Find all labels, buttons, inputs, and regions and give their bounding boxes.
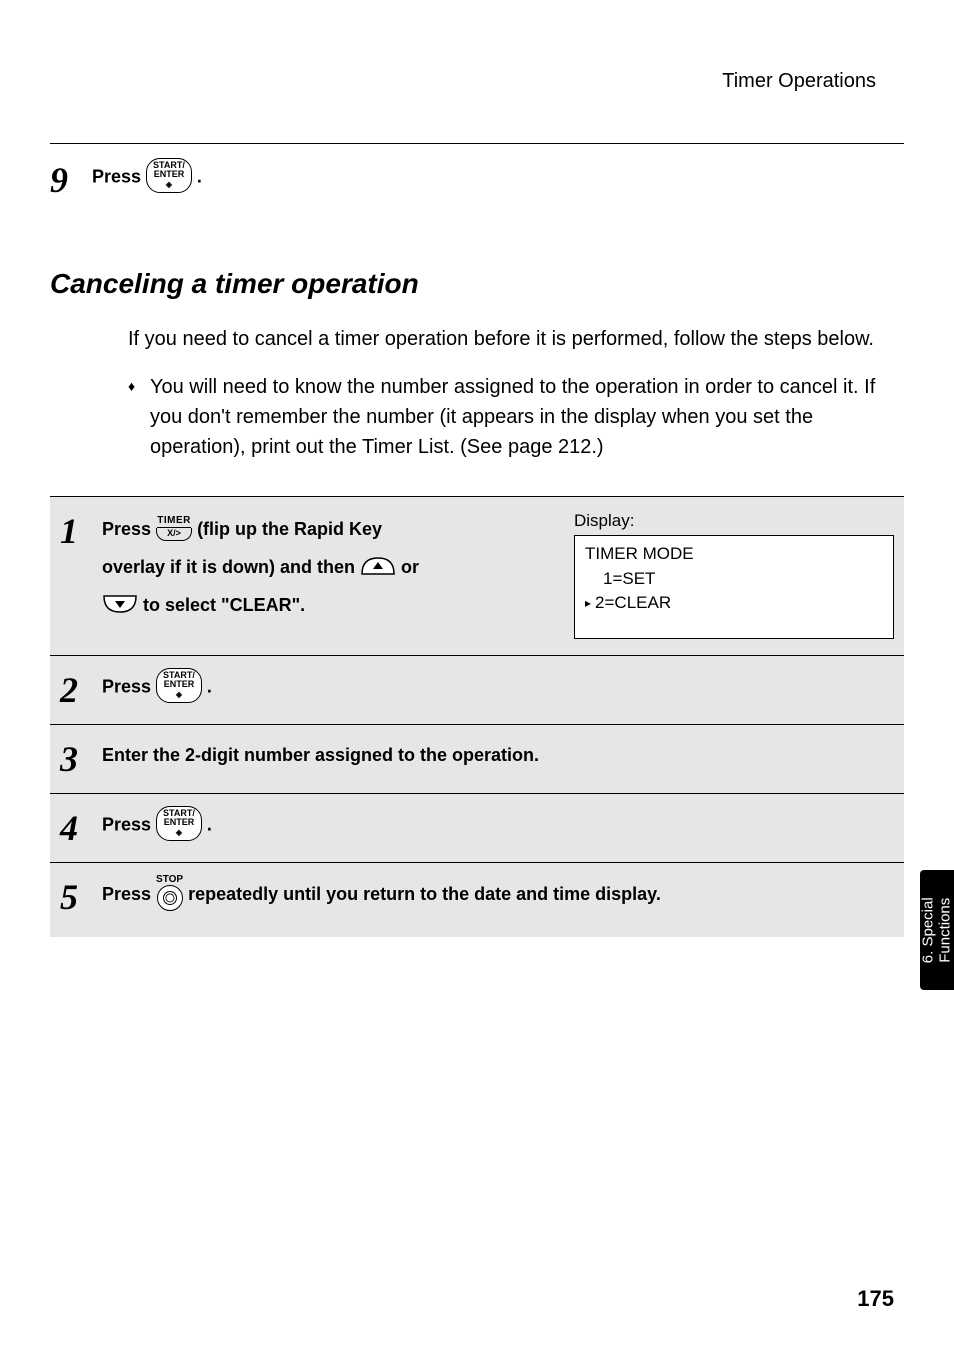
pill-diamond-icon: ◈ (166, 180, 172, 189)
step-4-number: 4 (60, 808, 90, 846)
step-5-row: 5 Press STOP repeatedly until you return… (50, 862, 904, 937)
side-tab-label: 6. SpecialFunctions (920, 897, 954, 963)
step-5-body: Press STOP repeatedly until you return t… (102, 877, 894, 913)
s1-t2: (flip up the Rapid Key (197, 519, 382, 539)
display-label: Display: (574, 511, 894, 531)
timer-top: TIMER (157, 516, 191, 528)
s5-t2: repeatedly until you return to the date … (188, 884, 661, 904)
timer-button-icon: TIMER X/> (156, 516, 192, 541)
display-l2: 1=SET (585, 567, 883, 592)
step-2-row: 2 Press START/ ENTER ◈ . (50, 655, 904, 724)
pill-diamond-icon: ◈ (176, 828, 182, 837)
start-enter-button-icon: START/ ENTER ◈ (156, 806, 202, 841)
up-arrow-button-icon (360, 556, 396, 576)
s1-t1: Press (102, 519, 156, 539)
s1-t5: to select "CLEAR". (143, 595, 305, 615)
step-9-prefix: Press (92, 166, 146, 186)
s4-t1: Press (102, 814, 156, 834)
start-enter-button-icon: START/ ENTER ◈ (146, 158, 192, 193)
cancel-heading: Canceling a timer operation (50, 268, 904, 300)
pill-line2: ENTER (164, 817, 195, 827)
display-l1: TIMER MODE (585, 542, 883, 567)
cancel-bullet-text: You will need to know the number assigne… (150, 372, 884, 462)
s1-t4: or (401, 557, 419, 577)
step-3-row: 3 Enter the 2-digit number assigned to t… (50, 724, 904, 793)
step-1-body: Press TIMER X/> (flip up the Rapid Key o… (102, 511, 554, 639)
page-header-section: Timer Operations (50, 70, 904, 93)
page-number: 175 (857, 1286, 894, 1312)
step-5-number: 5 (60, 877, 90, 915)
down-arrow-button-icon (102, 594, 138, 614)
step-3-body: Enter the 2-digit number assigned to the… (102, 739, 894, 771)
step-9-number: 9 (50, 160, 80, 198)
s2-suffix: . (207, 676, 212, 696)
step-4-row: 4 Press START/ ENTER ◈ . (50, 793, 904, 862)
pill-line2: ENTER (154, 169, 185, 179)
s5-t1: Press (102, 884, 156, 904)
start-enter-button-icon: START/ ENTER ◈ (156, 668, 202, 703)
step-3-number: 3 (60, 739, 90, 777)
step-2-number: 2 (60, 670, 90, 708)
step-2-body: Press START/ ENTER ◈ . (102, 670, 894, 705)
display-l3: 2=CLEAR (585, 591, 883, 616)
display-box: TIMER MODE 1=SET 2=CLEAR (574, 535, 894, 639)
stop-label: STOP (156, 874, 183, 885)
pill-line2: ENTER (164, 679, 195, 689)
stop-button-icon: STOP (156, 875, 183, 911)
s4-suffix: . (207, 814, 212, 834)
pill-diamond-icon: ◈ (176, 690, 182, 699)
steps-block: 1 Press TIMER X/> (flip up the Rapid Key… (50, 496, 904, 937)
s1-t3: overlay if it is down) and then (102, 557, 360, 577)
step-1-number: 1 (60, 511, 90, 549)
step-9-body: Press START/ ENTER ◈ . (92, 160, 904, 195)
cancel-bullet-row: ♦ You will need to know the number assig… (128, 372, 884, 462)
side-tab: 6. SpecialFunctions (920, 870, 954, 990)
step-4-body: Press START/ ENTER ◈ . (102, 808, 894, 843)
step-9-row: 9 Press START/ ENTER ◈ . (50, 143, 904, 238)
s2-t1: Press (102, 676, 156, 696)
cancel-intro: If you need to cancel a timer operation … (128, 324, 884, 354)
timer-bottom: X/> (156, 528, 192, 541)
step-1-row: 1 Press TIMER X/> (flip up the Rapid Key… (50, 496, 904, 655)
step-9-suffix: . (197, 166, 202, 186)
bullet-diamond-icon: ♦ (128, 372, 150, 462)
